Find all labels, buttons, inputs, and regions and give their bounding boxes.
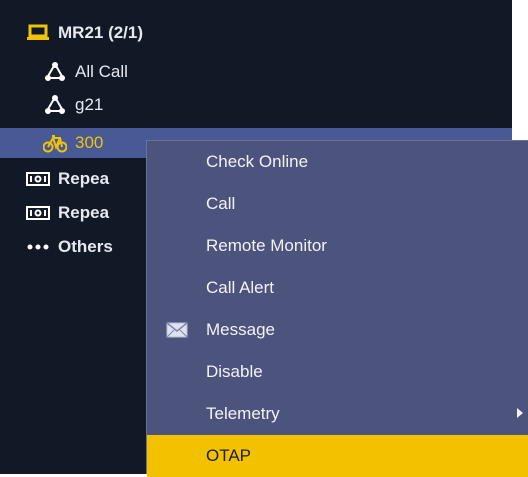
menu-item-telemetry[interactable]: Telemetry — [147, 393, 528, 435]
menu-item-disable[interactable]: Disable — [147, 351, 528, 393]
tree-item-mr21[interactable]: MR21 (2/1) — [26, 18, 143, 48]
tree-item-label: All Call — [75, 62, 128, 81]
ellipsis-icon — [26, 235, 50, 259]
menu-item-call[interactable]: Call — [147, 183, 528, 225]
tree-item-label: g21 — [75, 95, 104, 114]
submenu-arrow-icon — [517, 408, 523, 418]
menu-item-otap[interactable]: OTAP — [147, 435, 528, 477]
repeater-icon — [26, 167, 50, 191]
menu-item-label: Telemetry — [206, 404, 280, 423]
menu-item-call-alert[interactable]: Call Alert — [147, 267, 528, 309]
tree-item-g21[interactable]: g21 — [43, 90, 103, 120]
bicycle-icon — [43, 131, 67, 155]
menu-item-message[interactable]: Message — [147, 309, 528, 351]
menu-item-label: Call — [206, 194, 236, 213]
laptop-icon — [26, 21, 50, 45]
menu-item-check-online[interactable]: Check Online — [147, 141, 528, 183]
menu-item-label: Message — [206, 320, 275, 339]
menu-item-remote-monitor[interactable]: Remote Monitor — [147, 225, 528, 267]
tree-item-label: MR21 (2/1) — [58, 23, 144, 42]
tree-item-others[interactable]: Others — [26, 232, 113, 262]
tree-item-label: Others — [58, 237, 113, 256]
group-icon — [43, 93, 67, 117]
tree-item-repeater-1[interactable]: Repea — [26, 164, 109, 194]
menu-item-label: Remote Monitor — [206, 236, 327, 255]
tree-item-all-call[interactable]: All Call — [43, 57, 128, 87]
tree-item-label: Repea — [58, 203, 110, 222]
menu-item-label: Check Online — [206, 152, 309, 171]
tree-item-repeater-2[interactable]: Repea — [26, 198, 109, 228]
menu-item-label: Disable — [206, 362, 263, 381]
repeater-icon — [26, 201, 50, 225]
envelope-icon — [166, 320, 188, 340]
menu-item-label: Call Alert — [206, 278, 275, 297]
group-icon — [43, 60, 67, 84]
tree-item-label: 300 — [75, 133, 104, 152]
tree-item-label: Repea — [58, 169, 110, 188]
context-menu: Check Online Call Remote Monitor Call Al… — [146, 140, 528, 477]
menu-item-label: OTAP — [206, 446, 252, 465]
